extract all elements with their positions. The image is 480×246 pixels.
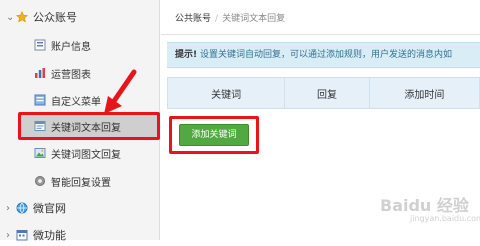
watermark-logo: Baidu 经验 bbox=[380, 196, 469, 215]
sidebar-item-keyword-image-reply[interactable]: 关键词图文回复 bbox=[34, 142, 121, 164]
column-header-reply: 回复 bbox=[285, 78, 370, 108]
breadcrumb-root[interactable]: 公共账号 bbox=[175, 14, 211, 24]
tip-text: 设置关键词自动回复，可以通过添加规则，用户发送的消息内如 bbox=[199, 50, 452, 60]
group-micro-functions[interactable]: › 微功能 bbox=[6, 224, 66, 246]
divider bbox=[161, 34, 480, 35]
column-header-added-time: 添加时间 bbox=[404, 89, 445, 101]
watermark-url: jingyan.baidu.com bbox=[410, 214, 480, 223]
sidebar-item-operation-charts[interactable]: 运营图表 bbox=[34, 62, 91, 84]
sidebar-item-custom-menu[interactable]: 自定义菜单 bbox=[34, 89, 101, 111]
group-label: 微官网 bbox=[33, 202, 66, 215]
group-label: 公众账号 bbox=[33, 11, 77, 24]
breadcrumb-separator: / bbox=[215, 14, 219, 24]
sidebar-item-label: 账户信息 bbox=[51, 41, 91, 53]
tip-banner: 提示! 设置关键词自动回复，可以通过添加规则，用户发送的消息内如 bbox=[167, 42, 480, 68]
sidebar-item-label: 关键词图文回复 bbox=[51, 149, 121, 161]
highlight-box-sidebar bbox=[18, 112, 160, 140]
sidebar-item-label: 运营图表 bbox=[51, 69, 91, 81]
group-micro-website[interactable]: › 微官网 bbox=[6, 197, 66, 219]
column-header-keyword: 关键词 bbox=[168, 78, 286, 108]
sidebar-item-account-info[interactable]: 账户信息 bbox=[34, 34, 91, 56]
custom-menu-icon bbox=[34, 94, 46, 106]
globe-icon bbox=[16, 202, 28, 214]
image-text-reply-icon bbox=[34, 147, 46, 159]
account-info-icon bbox=[34, 39, 46, 51]
sidebar-item-label: 自定义菜单 bbox=[51, 96, 101, 108]
group-label: 微功能 bbox=[33, 229, 66, 242]
breadcrumb-current: 关键词文本回复 bbox=[222, 14, 286, 24]
group-public-account[interactable]: ⌄ 公众账号 bbox=[6, 6, 77, 28]
sidebar-item-smart-reply-settings[interactable]: 智能回复设置 bbox=[34, 170, 111, 192]
gear-icon bbox=[34, 175, 46, 187]
breadcrumb: 公共账号 / 关键词文本回复 bbox=[175, 11, 285, 24]
chevron-down-icon: ⌄ bbox=[6, 11, 15, 23]
chevron-right-icon: › bbox=[6, 202, 10, 214]
annotation-arrow-icon bbox=[104, 69, 137, 114]
tip-prefix: 提示! bbox=[175, 50, 198, 60]
gold-star-icon bbox=[15, 10, 29, 23]
highlight-box-add-button bbox=[169, 116, 259, 154]
bar-chart-icon bbox=[34, 67, 46, 79]
sidebar-item-label: 智能回复设置 bbox=[51, 177, 111, 189]
chevron-right-icon: › bbox=[6, 229, 10, 241]
table-header: 关键词 回复 添加时间 bbox=[167, 77, 480, 109]
calendar-icon bbox=[16, 229, 28, 241]
